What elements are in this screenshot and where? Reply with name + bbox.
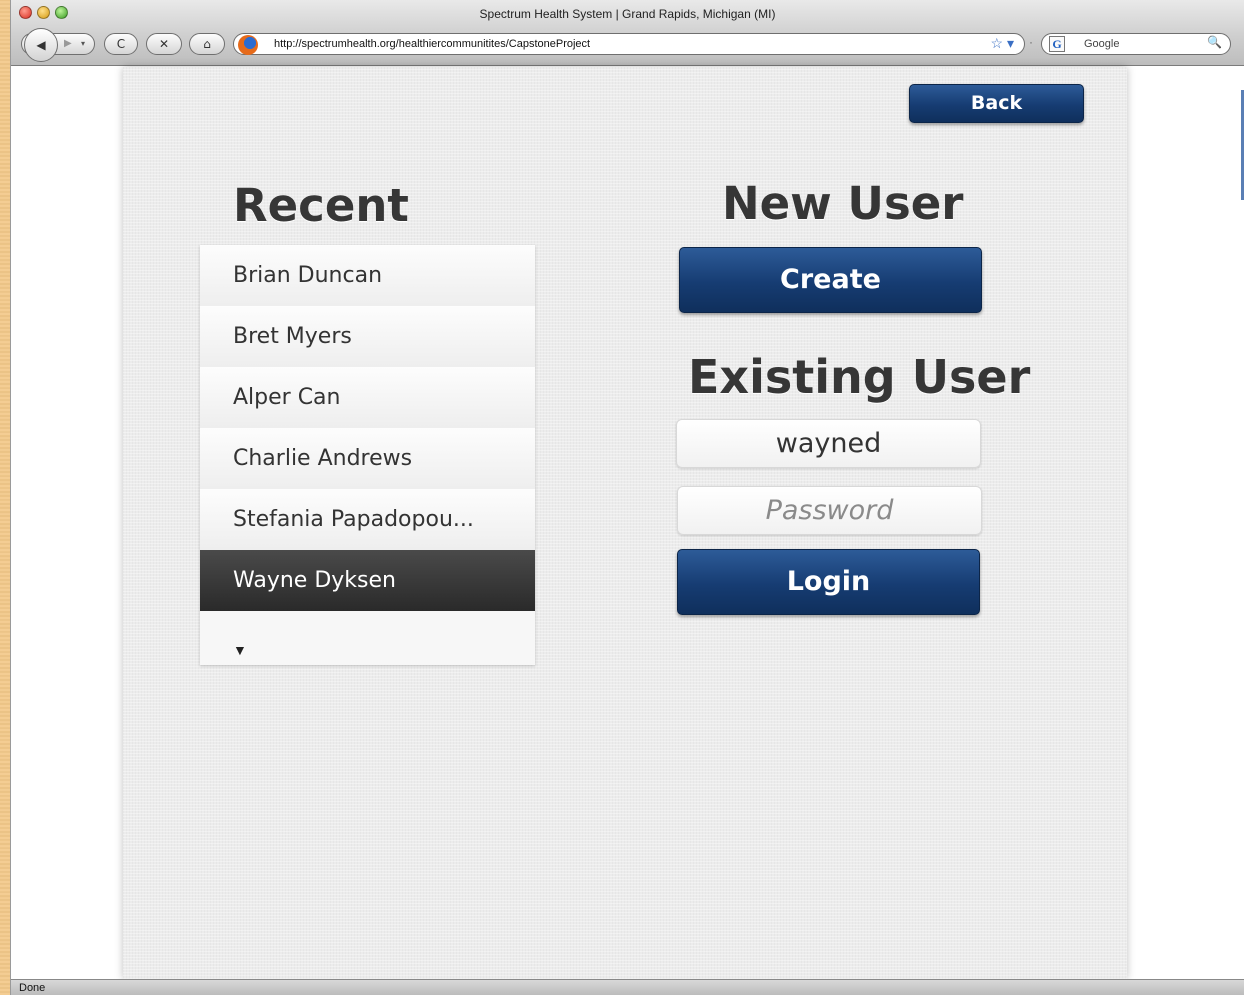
title-bar: Spectrum Health System | Grand Rapids, M… bbox=[11, 0, 1244, 66]
app-panel: Back Recent Brian Duncan Bret Myers Alpe… bbox=[123, 67, 1127, 979]
create-button[interactable]: Create bbox=[679, 247, 982, 313]
list-item-bret-myers[interactable]: Bret Myers bbox=[200, 306, 535, 367]
stop-icon[interactable]: ✕ bbox=[146, 33, 182, 55]
list-item-charlie-andrews[interactable]: Charlie Andrews bbox=[200, 428, 535, 489]
page-content: Back Recent Brian Duncan Bret Myers Alpe… bbox=[11, 67, 1244, 979]
home-icon[interactable]: ⌂ bbox=[189, 33, 225, 55]
password-field[interactable] bbox=[677, 486, 982, 535]
back-forward-group: ◀ ▶ ▾ bbox=[21, 28, 95, 62]
forward-arrow-icon[interactable]: ▶ bbox=[64, 34, 72, 54]
list-item-wayne-dyksen[interactable]: Wayne Dyksen bbox=[200, 550, 535, 611]
username-field[interactable] bbox=[676, 419, 981, 468]
list-item-stefania-papadopoulos[interactable]: Stefania Papadopou... bbox=[200, 489, 535, 550]
login-button[interactable]: Login bbox=[677, 549, 980, 615]
browser-window: Spectrum Health System | Grand Rapids, M… bbox=[10, 0, 1244, 995]
firefox-site-icon bbox=[238, 35, 258, 55]
address-bar[interactable]: http://spectrumhealth.org/healthiercommu… bbox=[233, 33, 1025, 55]
search-icon[interactable]: 🔍 bbox=[1207, 35, 1222, 49]
back-button[interactable]: Back bbox=[909, 84, 1084, 123]
recent-users-list: Brian Duncan Bret Myers Alper Can Charli… bbox=[200, 245, 535, 665]
reload-icon[interactable]: C bbox=[104, 33, 138, 55]
new-user-heading: New User bbox=[722, 177, 964, 230]
bookmark-star-icon[interactable]: ☆ ▾ bbox=[991, 35, 1014, 52]
recent-heading: Recent bbox=[233, 179, 409, 232]
search-bar[interactable]: G Google 🔍 bbox=[1041, 33, 1231, 55]
url-text[interactable]: http://spectrumhealth.org/healthiercommu… bbox=[274, 38, 590, 50]
scroll-down-icon[interactable]: ▼ bbox=[233, 642, 247, 658]
toolbar-separator: · bbox=[1029, 35, 1033, 49]
list-item-alper-can[interactable]: Alper Can bbox=[200, 367, 535, 428]
existing-user-heading: Existing User bbox=[688, 350, 1031, 404]
search-placeholder[interactable]: Google bbox=[1084, 38, 1119, 50]
status-bar: Done bbox=[11, 979, 1244, 995]
google-search-engine-icon[interactable]: G bbox=[1049, 36, 1065, 52]
window-title: Spectrum Health System | Grand Rapids, M… bbox=[479, 7, 776, 21]
history-dropdown-icon[interactable]: ▾ bbox=[81, 34, 85, 54]
back-arrow-icon[interactable]: ◀ bbox=[24, 28, 58, 62]
list-item-brian-duncan[interactable]: Brian Duncan bbox=[200, 245, 535, 306]
